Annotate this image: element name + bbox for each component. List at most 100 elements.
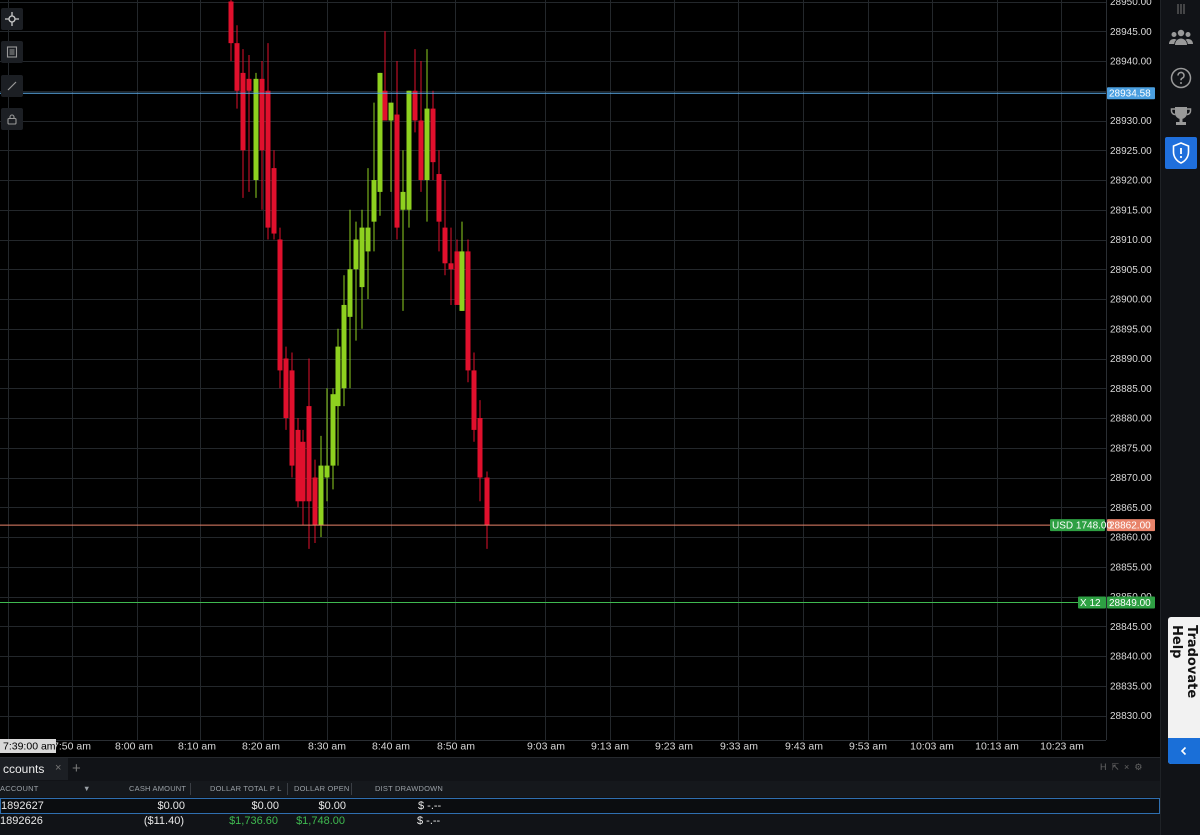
- candle-body: [477, 418, 483, 478]
- open-pl: $0.00: [318, 800, 346, 812]
- panel-popout-icon[interactable]: ⇱: [1112, 762, 1120, 776]
- tab-accounts[interactable]: ccounts ×: [0, 758, 68, 780]
- candle-down: [471, 352, 477, 442]
- time-tick-label: 9:03 am: [527, 741, 565, 753]
- candle-body: [442, 227, 448, 264]
- trophy-button[interactable]: [1165, 100, 1197, 132]
- candle-up: [459, 221, 465, 311]
- total-pl: $0.00: [251, 800, 279, 812]
- candle-down: [448, 227, 454, 305]
- candle-body: [330, 394, 336, 466]
- help-tab-label: Tradovate Help: [1169, 625, 1199, 699]
- candle-body: [240, 72, 246, 151]
- column-divider[interactable]: [351, 783, 352, 795]
- price-tick-label: 28890.00: [1110, 354, 1152, 365]
- candle-body: [234, 43, 240, 91]
- candle-body: [324, 465, 330, 478]
- candle-up: [359, 209, 365, 329]
- account-row[interactable]: 1892626 ($11.40) $1,736.60 $1,748.00 $ -…: [0, 814, 1160, 830]
- lock-tool-button[interactable]: [1, 108, 23, 130]
- column-divider[interactable]: [287, 783, 288, 795]
- time-tick-label: 8:00 am: [115, 741, 153, 753]
- time-tick-label: 7:50 am: [53, 741, 91, 753]
- candle-body: [265, 90, 271, 228]
- notes-icon: [6, 46, 18, 58]
- shield-icon: [1172, 142, 1190, 164]
- drawdown: $ -.--: [418, 800, 442, 812]
- time-axis: 7:50 am 8:00 am 8:10 am 8:20 am 8:30 am 8:40 …: [0, 739, 1084, 753]
- candle-body: [459, 251, 465, 311]
- candle-up: [324, 388, 330, 502]
- draw-line-tool-button[interactable]: [1, 75, 23, 97]
- candle-body: [306, 406, 312, 502]
- candle-down: [246, 55, 252, 192]
- account-id: 1892626: [0, 815, 43, 827]
- community-button[interactable]: [1165, 21, 1197, 53]
- panel-close-icon[interactable]: ×: [1124, 762, 1129, 776]
- collapse-help-button[interactable]: [1168, 738, 1200, 764]
- tradovate-help-tab[interactable]: Tradovate Help: [1168, 617, 1200, 764]
- community-icon: [1169, 29, 1193, 45]
- candle-down: [436, 150, 442, 252]
- candle-up: [406, 90, 412, 228]
- candle-body: [430, 108, 436, 163]
- candle-body: [228, 1, 234, 44]
- candle-down: [283, 346, 289, 430]
- sort-arrow-icon[interactable]: ▼: [83, 784, 91, 793]
- candle-down: [289, 352, 295, 478]
- add-tab-button[interactable]: +: [72, 760, 81, 777]
- price-axis: 28950.00 28945.00 28940.00 28930.00 28925.00…: [1050, 0, 1155, 722]
- help-circle-icon: [1170, 67, 1192, 89]
- time-tick-label: 10:13 am: [975, 741, 1019, 753]
- candle-body: [289, 370, 295, 466]
- time-tick-label: 10:23 am: [1040, 741, 1084, 753]
- position-pl-badge: USD 1748.00: [1052, 521, 1112, 532]
- candle-body: [335, 346, 341, 407]
- candle-down: [228, 0, 234, 61]
- time-tick-label: 9:23 am: [655, 741, 693, 753]
- candle-up: [371, 102, 377, 252]
- account-row[interactable]: 1892627 $0.00 $0.00 $0.00 $ -.--: [0, 798, 1160, 814]
- time-tick-label: 8:50 am: [437, 741, 475, 753]
- notes-tool-button[interactable]: [1, 41, 23, 63]
- candle-body: [436, 174, 442, 222]
- price-tick-label: 28875.00: [1110, 443, 1152, 454]
- candle-body: [271, 168, 277, 234]
- price-tick-label: 28940.00: [1110, 57, 1152, 68]
- price-tick-label: 28915.00: [1110, 205, 1152, 216]
- column-divider[interactable]: [190, 783, 191, 795]
- col-dollar-total-pl[interactable]: DOLLAR TOTAL P L: [210, 784, 282, 793]
- close-tab-icon[interactable]: ×: [55, 762, 61, 774]
- candle-up: [341, 275, 347, 407]
- col-account[interactable]: ACCOUNT: [0, 784, 38, 793]
- candle-up: [253, 72, 259, 198]
- candle-body: [377, 72, 383, 192]
- candle-down: [442, 180, 448, 276]
- shield-button[interactable]: [1165, 137, 1197, 169]
- cash-amount: ($11.40): [143, 815, 184, 827]
- candle-body: [400, 191, 406, 210]
- last-price-badge: 28934.58: [1109, 89, 1151, 100]
- col-dollar-open[interactable]: DOLLAR OPEN: [294, 784, 350, 793]
- time-tick-label: 10:03 am: [910, 741, 954, 753]
- price-tick-label: 28855.00: [1110, 562, 1152, 573]
- col-dist-drawdown[interactable]: DIST DRAWDOWN: [375, 784, 443, 793]
- drawdown: $ -.--: [417, 815, 441, 827]
- account-id: 1892627: [1, 800, 44, 812]
- position-price-badge: 28862.00: [1109, 521, 1151, 532]
- help-button[interactable]: [1165, 62, 1197, 94]
- col-cash-amount[interactable]: CASH AMOUNT: [129, 784, 186, 793]
- candle-down: [234, 25, 240, 109]
- candle-body: [454, 251, 460, 305]
- crosshair-tool-button[interactable]: [1, 8, 23, 30]
- price-lines: [0, 92, 1106, 603]
- candle-up: [335, 328, 341, 466]
- price-tick-label: 28865.00: [1110, 503, 1152, 514]
- candle-up: [400, 150, 406, 311]
- price-chart[interactable]: 28950.00 28945.00 28940.00 28930.00 28925.00…: [0, 0, 1160, 760]
- panel-hide-button[interactable]: H: [1100, 762, 1107, 776]
- price-tick-label: 28910.00: [1110, 235, 1152, 246]
- candle-body: [484, 477, 490, 526]
- panel-settings-icon[interactable]: ⚙: [1134, 762, 1142, 776]
- crosshair-icon: [5, 12, 19, 26]
